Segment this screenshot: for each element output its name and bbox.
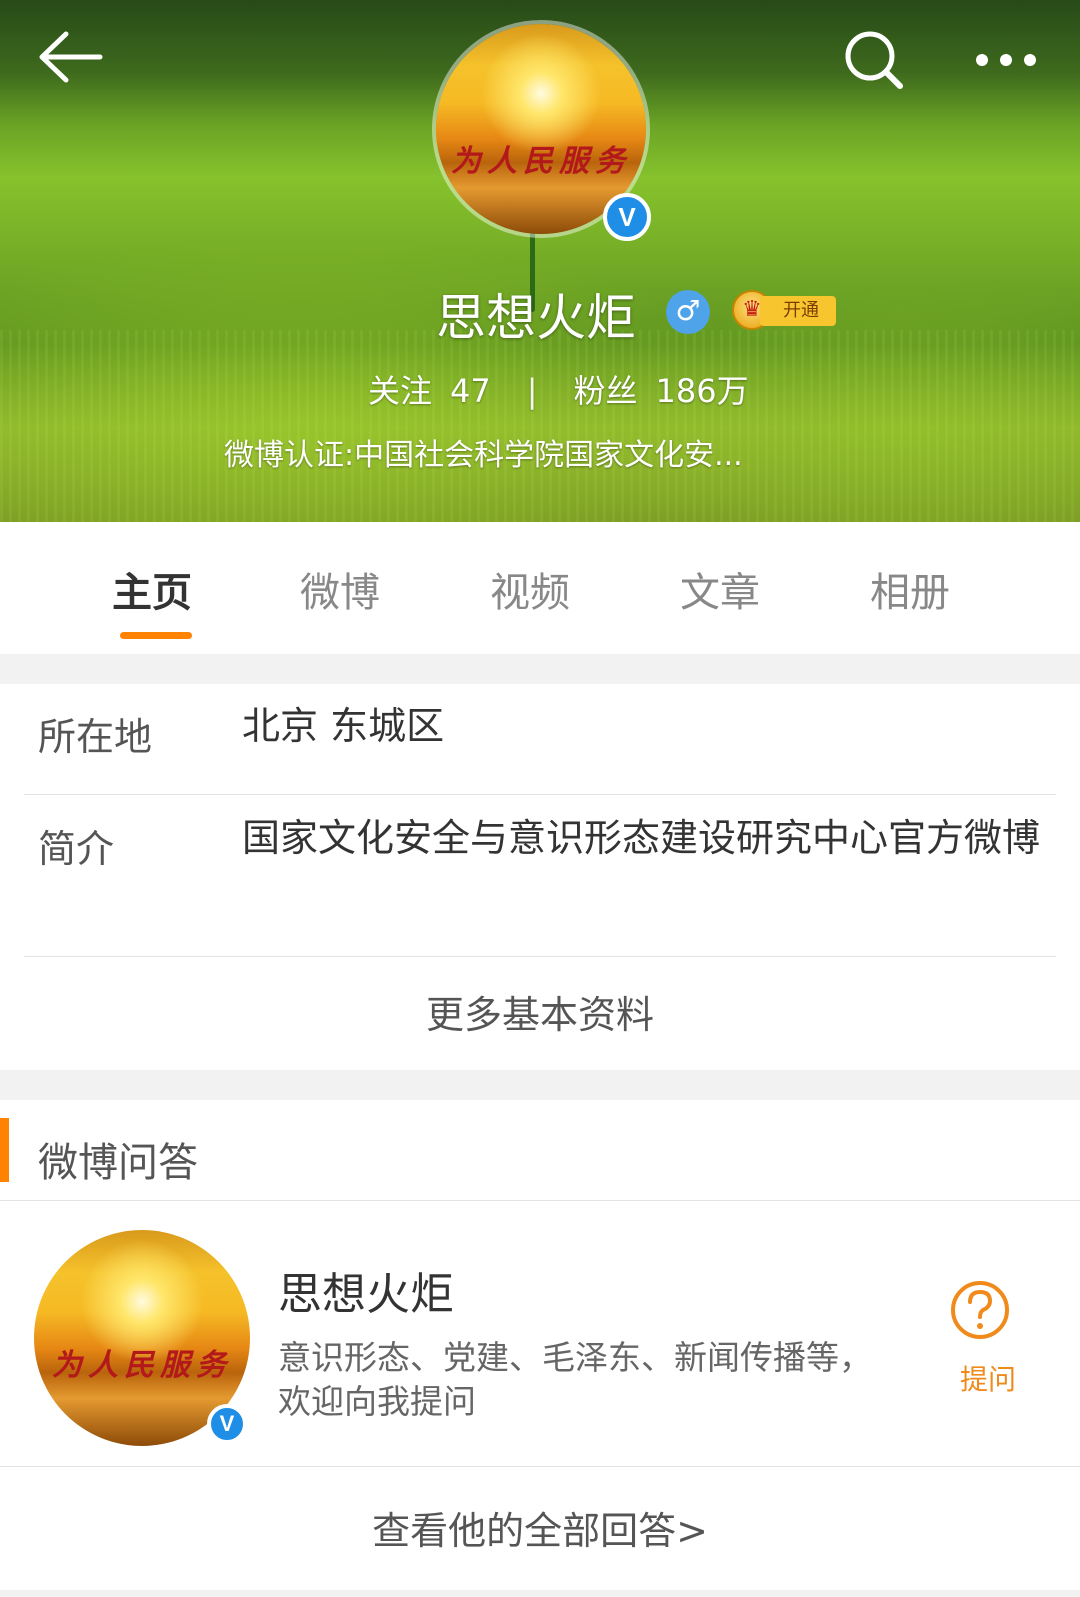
male-gender-icon: ♂ xyxy=(666,290,710,334)
qa-description: 意识形态、党建、毛泽东、新闻传播等，欢迎向我提问 xyxy=(278,1338,872,1421)
avatar-calligraphy: 为人民服务 xyxy=(52,1348,232,1383)
location-label: 所在地 xyxy=(38,715,153,759)
following-label: 关注 xyxy=(368,372,433,410)
location-value: 北京 东城区 xyxy=(242,704,445,748)
fans-label: 粉丝 xyxy=(573,372,638,410)
profile-header: 为人民服务 V 思想火炬 ♂ ♛ 开通 关注 47 | 粉丝 186万 微博认证:中国社… xyxy=(0,0,1080,522)
basic-info-card: 所在地 北京 东城区 简介 国家文化安全与意识形态建设研究中心官方微博 更多基本… xyxy=(0,684,1080,1070)
name-row: 思想火炬 ♂ ♛ 开通 xyxy=(0,278,1080,348)
verified-badge-icon: V xyxy=(207,1404,247,1444)
tab-articles[interactable]: 文章 xyxy=(680,560,760,618)
avatar-calligraphy: 为人民服务 xyxy=(451,144,631,179)
fans-count: 186万 xyxy=(655,372,749,410)
more-basic-info-link[interactable]: 更多基本资料 xyxy=(0,984,1080,1039)
ask-label: 提问 xyxy=(959,1363,1016,1396)
weibo-qa-card: 微博问答 为人民服务 V 思想火炬 意识形态、党建、毛泽东、新闻传播等，欢迎向我… xyxy=(0,1100,1080,1590)
back-button[interactable] xyxy=(30,26,110,90)
verification-text: 微博认证:中国社会科学院国家文化安... xyxy=(224,438,743,473)
profile-name: 思想火炬 xyxy=(436,289,636,347)
tab-weibo[interactable]: 微博 xyxy=(300,560,380,618)
vip-open-label: 开通 xyxy=(760,296,836,326)
following-link[interactable]: 关注 47 xyxy=(368,366,491,412)
fans-link[interactable]: 粉丝 186万 xyxy=(574,366,749,412)
more-dots-icon xyxy=(976,54,1036,66)
divider xyxy=(24,956,1056,957)
search-icon xyxy=(845,31,903,89)
follow-stats: 关注 47 | 粉丝 186万 xyxy=(368,366,749,410)
verified-badge-icon: V xyxy=(603,193,651,241)
vip-open-button[interactable]: ♛ 开通 xyxy=(732,290,836,332)
profile-tabs: 主页 微博 视频 文章 相册 xyxy=(0,522,1080,654)
ask-question-button[interactable]: 提问 xyxy=(948,1280,1028,1400)
tab-home[interactable]: 主页 xyxy=(112,560,192,618)
back-arrow-icon xyxy=(39,31,103,83)
divider xyxy=(24,794,1056,795)
more-button[interactable] xyxy=(970,40,1050,80)
qa-user-name[interactable]: 思想火炬 xyxy=(278,1258,454,1322)
section-accent-bar xyxy=(0,1118,9,1182)
intro-value: 国家文化安全与意识形态建设研究中心官方微博 xyxy=(242,816,1041,860)
stats-separator: | xyxy=(526,372,538,410)
active-tab-indicator xyxy=(120,632,192,639)
intro-label: 简介 xyxy=(38,827,115,871)
search-button[interactable] xyxy=(840,28,910,98)
divider xyxy=(0,1466,1080,1467)
question-icon xyxy=(951,1281,1009,1339)
divider xyxy=(0,1200,1080,1201)
qa-section-title: 微博问答 xyxy=(38,1140,198,1186)
tab-video[interactable]: 视频 xyxy=(490,560,570,618)
following-count: 47 xyxy=(450,372,491,410)
tab-album[interactable]: 相册 xyxy=(870,560,950,618)
view-all-answers-link[interactable]: 查看他的全部回答> xyxy=(0,1500,1080,1555)
